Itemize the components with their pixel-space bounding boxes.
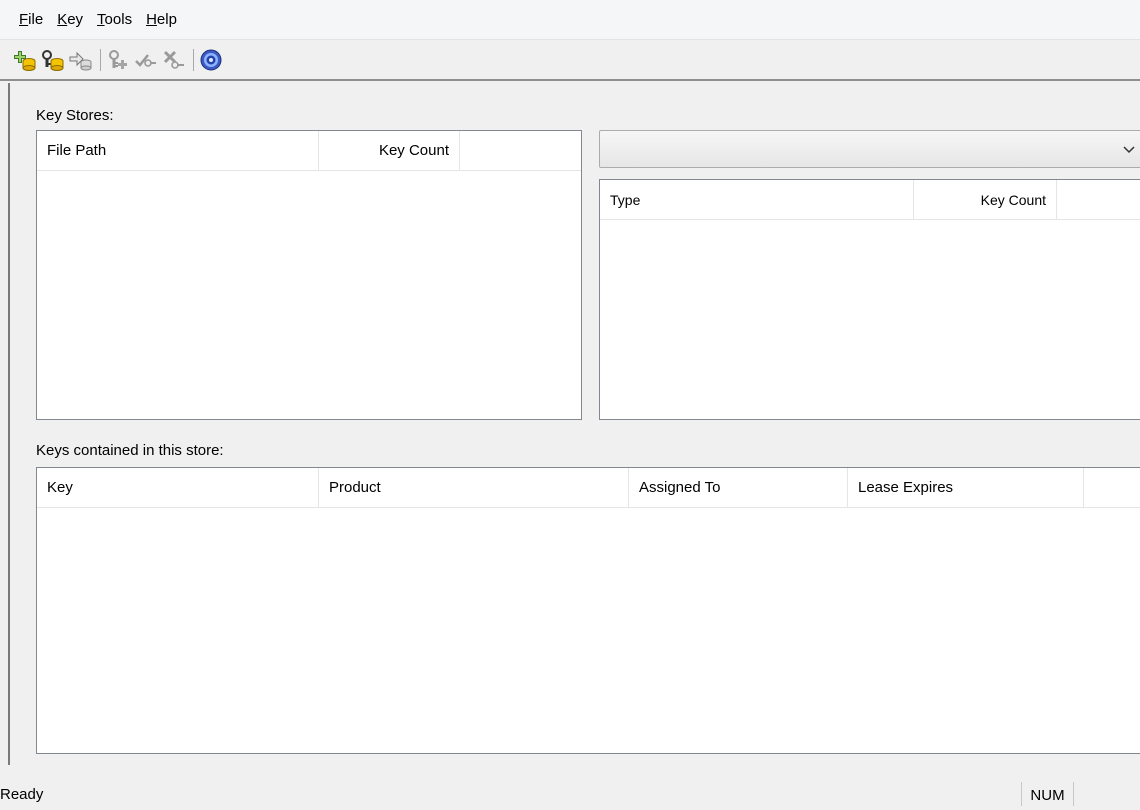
import-key-store-button[interactable] bbox=[69, 48, 93, 72]
key-stores-label: Key Stores: bbox=[36, 107, 114, 124]
help-button[interactable] bbox=[199, 48, 223, 72]
menu-file-label: ile bbox=[28, 10, 44, 28]
menu-bar: File Key Tools Help bbox=[0, 0, 1140, 40]
keys-list[interactable]: Key Product Assigned To Lease Expires bbox=[36, 467, 1140, 754]
workspace: Key Stores: File Path Key Count Type Key… bbox=[8, 83, 1140, 765]
toolbar bbox=[0, 41, 1140, 81]
toolbar-separator bbox=[193, 49, 194, 71]
key-type-list[interactable]: Type Key Count bbox=[599, 179, 1140, 420]
menu-tools[interactable]: Tools bbox=[90, 0, 139, 40]
column-header-file-path[interactable]: File Path bbox=[37, 131, 319, 171]
open-key-store-icon bbox=[42, 50, 64, 71]
num-lock-indicator: NUM bbox=[1021, 782, 1074, 806]
new-key-store-button[interactable] bbox=[13, 48, 37, 72]
menu-key-label: ey bbox=[67, 10, 84, 28]
delete-key-icon bbox=[163, 50, 184, 69]
menu-help[interactable]: Help bbox=[139, 0, 184, 40]
chevron-down-icon bbox=[1123, 146, 1135, 154]
add-key-button[interactable] bbox=[106, 48, 130, 72]
key-type-dropdown[interactable] bbox=[599, 130, 1140, 168]
help-icon bbox=[200, 49, 222, 71]
menu-help-mnemonic: H bbox=[146, 10, 157, 28]
column-header-type[interactable]: Type bbox=[600, 180, 914, 220]
key-stores-list-header: File Path Key Count bbox=[37, 131, 581, 171]
menu-file-mnemonic: F bbox=[19, 10, 29, 28]
delete-key-button[interactable] bbox=[162, 48, 186, 72]
menu-tools-label: ools bbox=[104, 10, 133, 28]
status-text: Ready bbox=[0, 786, 44, 803]
menu-key[interactable]: Key bbox=[50, 0, 90, 40]
menu-key-mnemonic: K bbox=[57, 10, 68, 28]
menu-tools-mnemonic: T bbox=[97, 10, 105, 28]
column-header-assigned-to[interactable]: Assigned To bbox=[629, 468, 848, 508]
toolbar-separator bbox=[100, 49, 101, 71]
add-key-icon bbox=[109, 50, 127, 69]
status-bar: Ready NUM bbox=[0, 782, 1140, 806]
keys-contained-label: Keys contained in this store: bbox=[36, 442, 224, 459]
menu-file[interactable]: File bbox=[13, 0, 50, 40]
open-key-store-button[interactable] bbox=[41, 48, 65, 72]
column-header-lease-expires[interactable]: Lease Expires bbox=[848, 468, 1084, 508]
column-header-type-key-count[interactable]: Key Count bbox=[914, 180, 1057, 220]
new-key-store-icon bbox=[14, 51, 36, 71]
key-type-list-header: Type Key Count bbox=[600, 180, 1140, 220]
column-header-product[interactable]: Product bbox=[319, 468, 629, 508]
key-stores-list[interactable]: File Path Key Count bbox=[36, 130, 582, 420]
keys-list-header: Key Product Assigned To Lease Expires bbox=[37, 468, 1140, 508]
menu-help-label: elp bbox=[156, 10, 177, 28]
import-key-store-icon bbox=[69, 51, 92, 71]
column-header-key-count[interactable]: Key Count bbox=[319, 131, 460, 171]
column-header-key[interactable]: Key bbox=[37, 468, 319, 508]
edit-key-button[interactable] bbox=[134, 48, 158, 72]
edit-key-icon bbox=[135, 54, 156, 67]
